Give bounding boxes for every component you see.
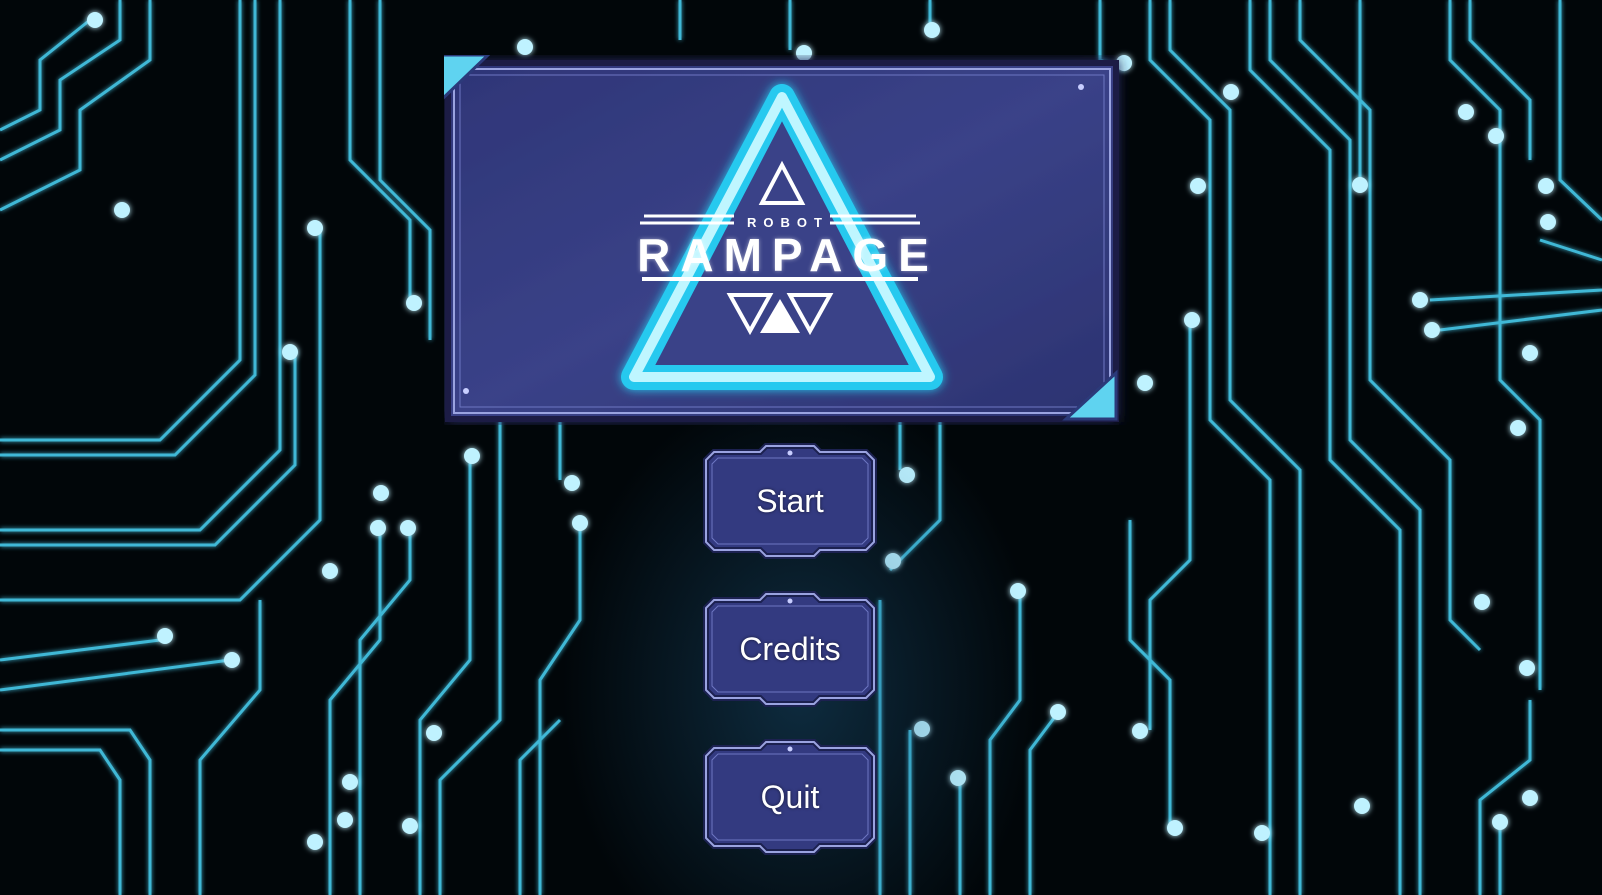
circuit-trace bbox=[0, 658, 231, 692]
circuit-trace bbox=[418, 460, 472, 895]
circuit-node bbox=[1488, 128, 1504, 144]
circuit-trace bbox=[198, 600, 262, 895]
circuit-trace bbox=[0, 0, 122, 162]
circuit-trace bbox=[1148, 0, 1272, 895]
circuit-trace bbox=[988, 590, 1022, 895]
circuit-node bbox=[87, 12, 103, 28]
circuit-node bbox=[572, 515, 588, 531]
circuit-trace bbox=[0, 18, 91, 132]
circuit-trace bbox=[0, 748, 122, 895]
circuit-node bbox=[1352, 177, 1368, 193]
circuit-trace bbox=[378, 0, 432, 340]
circuit-node bbox=[1167, 820, 1183, 836]
circuit-node bbox=[1184, 312, 1200, 328]
circuit-node bbox=[1474, 594, 1490, 610]
circuit-node bbox=[157, 628, 173, 644]
circuit-node bbox=[402, 818, 418, 834]
circuit-trace bbox=[538, 520, 582, 895]
circuit-node bbox=[224, 652, 240, 668]
circuit-node bbox=[1050, 704, 1066, 720]
circuit-trace bbox=[0, 0, 257, 457]
circuit-node bbox=[885, 553, 901, 569]
circuit-node bbox=[282, 344, 298, 360]
circuit-node bbox=[337, 812, 353, 828]
circuit-trace bbox=[1268, 0, 1422, 895]
circuit-trace bbox=[0, 728, 152, 895]
circuit-node bbox=[114, 202, 130, 218]
quit-button[interactable]: Quit bbox=[700, 738, 880, 856]
circuit-node bbox=[1519, 660, 1535, 676]
circuit-node bbox=[1538, 178, 1554, 194]
circuit-trace bbox=[0, 638, 161, 662]
circuit-trace bbox=[0, 0, 282, 532]
circuit-trace bbox=[1558, 0, 1602, 222]
circuit-node bbox=[1522, 345, 1538, 361]
circuit-node bbox=[914, 721, 930, 737]
circuit-node bbox=[1010, 583, 1026, 599]
circuit-node bbox=[307, 220, 323, 236]
circuit-node bbox=[564, 475, 580, 491]
circuit-trace bbox=[1439, 308, 1602, 332]
circuit-node bbox=[1137, 375, 1153, 391]
circuit-trace bbox=[1298, 0, 1482, 652]
start-button-label: Start bbox=[756, 482, 824, 519]
circuit-node bbox=[342, 774, 358, 790]
circuit-node bbox=[1424, 322, 1440, 338]
credits-button[interactable]: Credits bbox=[700, 590, 880, 708]
circuit-node bbox=[517, 39, 533, 55]
circuit-node bbox=[924, 22, 940, 38]
circuit-trace bbox=[1248, 0, 1402, 895]
circuit-node bbox=[464, 448, 480, 464]
circuit-trace bbox=[1148, 320, 1192, 730]
circuit-trace bbox=[1539, 238, 1602, 262]
circuit-node bbox=[1132, 723, 1148, 739]
circuit-trace bbox=[1448, 0, 1542, 690]
circuit-node bbox=[1190, 178, 1206, 194]
circuit-node bbox=[1458, 104, 1474, 120]
circuit-node bbox=[373, 485, 389, 501]
circuit-trace bbox=[888, 420, 942, 572]
circuit-trace bbox=[358, 530, 412, 895]
circuit-node bbox=[400, 520, 416, 536]
circuit-trace bbox=[0, 0, 242, 442]
circuit-node bbox=[1354, 798, 1370, 814]
logo-title: RAMPAGE bbox=[637, 229, 939, 281]
circuit-node bbox=[1223, 84, 1239, 100]
circuit-node bbox=[950, 770, 966, 786]
circuit-node bbox=[1254, 825, 1270, 841]
start-button[interactable]: Start bbox=[700, 442, 880, 560]
circuit-trace bbox=[1028, 709, 1062, 895]
circuit-node bbox=[899, 467, 915, 483]
circuit-node bbox=[307, 834, 323, 850]
circuit-trace bbox=[1429, 288, 1602, 302]
credits-button-label: Credits bbox=[739, 630, 841, 667]
circuit-node bbox=[1540, 214, 1556, 230]
circuit-trace bbox=[328, 520, 382, 895]
circuit-node bbox=[1492, 814, 1508, 830]
circuit-node bbox=[322, 563, 338, 579]
circuit-node bbox=[370, 520, 386, 536]
title-panel: ROBOT RAMPAGE bbox=[444, 55, 1132, 425]
circuit-node bbox=[406, 295, 422, 311]
circuit-node bbox=[1522, 790, 1538, 806]
circuit-node bbox=[1510, 420, 1526, 436]
circuit-node bbox=[426, 725, 442, 741]
quit-button-label: Quit bbox=[760, 778, 820, 815]
circuit-node bbox=[1412, 292, 1428, 308]
